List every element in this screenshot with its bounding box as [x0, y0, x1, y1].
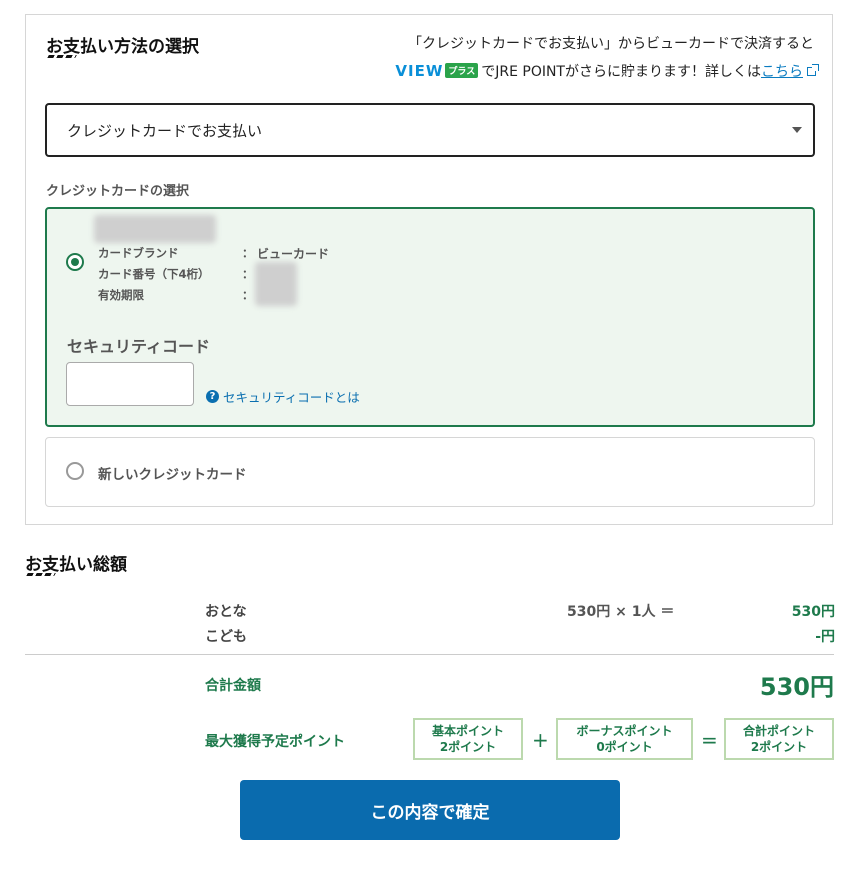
points-label: 最大獲得予定ポイント: [205, 734, 345, 750]
security-code-input[interactable]: [66, 362, 194, 406]
confirm-button[interactable]: この内容で確定: [240, 780, 620, 840]
promo-line-2: VIEW プラス でJRE POINTがさらに貯まります！詳しくはこちら: [395, 61, 819, 81]
new-card-radio[interactable]: [66, 462, 84, 480]
bonus-points-value: 0ポイント: [596, 740, 653, 754]
child-amount: -円: [815, 629, 835, 645]
promo-line-1: 「クレジットカードでお支払い」からビューカードで決済すると: [408, 36, 814, 52]
masked-card-name: [94, 215, 216, 243]
external-link-icon: [807, 64, 819, 76]
child-label: こども: [205, 629, 247, 645]
adult-calculation: 530円 × 1人 ＝: [567, 604, 675, 620]
bonus-points-box: ボーナスポイント 0ポイント: [556, 718, 693, 760]
total-title-underline: [26, 573, 56, 576]
card-brand-value: ビューカード: [257, 247, 330, 261]
adult-amount: 530円: [791, 604, 835, 620]
title-underline: [47, 55, 77, 58]
card-section-label: クレジットカードの選択: [46, 184, 190, 199]
promo-link[interactable]: こちら: [761, 64, 803, 80]
card-expiry-colon: ：: [242, 288, 254, 302]
total-divider: [25, 654, 834, 655]
security-code-label: セキュリティコード: [67, 337, 211, 356]
card-number-key: カード番号（下4桁）: [98, 267, 210, 281]
security-code-help-text: セキュリティコードとは: [223, 390, 360, 405]
total-amount: 530円: [759, 673, 834, 701]
basic-points-box: 基本ポイント 2ポイント: [413, 718, 523, 760]
total-points-title: 合計ポイント: [742, 724, 815, 738]
card-expiry-key: 有効期限: [98, 288, 144, 302]
promo-text: でJRE POINTがさらに貯まります！詳しくは: [481, 64, 761, 80]
total-title: お支払い総額: [25, 555, 127, 575]
payment-method-select[interactable]: クレジットカードでお支払い: [45, 103, 815, 157]
basic-points-value: 2ポイント: [439, 740, 497, 754]
security-code-help-link[interactable]: ? セキュリティコードとは: [206, 387, 360, 406]
plus-sign: +: [532, 728, 549, 752]
chevron-down-icon: [792, 127, 802, 133]
masked-card-details: [255, 262, 297, 306]
card-brand-colon: ：: [242, 246, 254, 260]
view-card-logo: VIEW: [395, 62, 444, 80]
card-number-colon: ：: [242, 267, 254, 281]
total-points-box: 合計ポイント 2ポイント: [724, 718, 834, 760]
total-amount-label: 合計金額: [205, 678, 261, 694]
question-icon: ?: [206, 390, 219, 403]
card-brand-key: カードブランド: [98, 246, 179, 260]
payment-method-selected-value: クレジットカードでお支払い: [67, 121, 263, 140]
view-plus-badge: プラス: [445, 63, 479, 78]
adult-label: おとな: [205, 604, 247, 620]
saved-card-radio[interactable]: [66, 253, 84, 271]
total-points-value: 2ポイント: [750, 740, 808, 754]
equals-sign: =: [701, 728, 718, 752]
basic-points-title: 基本ポイント: [431, 724, 504, 738]
new-card-label: 新しいクレジットカード: [98, 467, 247, 483]
bonus-points-title: ボーナスポイント: [576, 724, 673, 738]
payment-method-title: お支払い方法の選択: [46, 37, 199, 57]
